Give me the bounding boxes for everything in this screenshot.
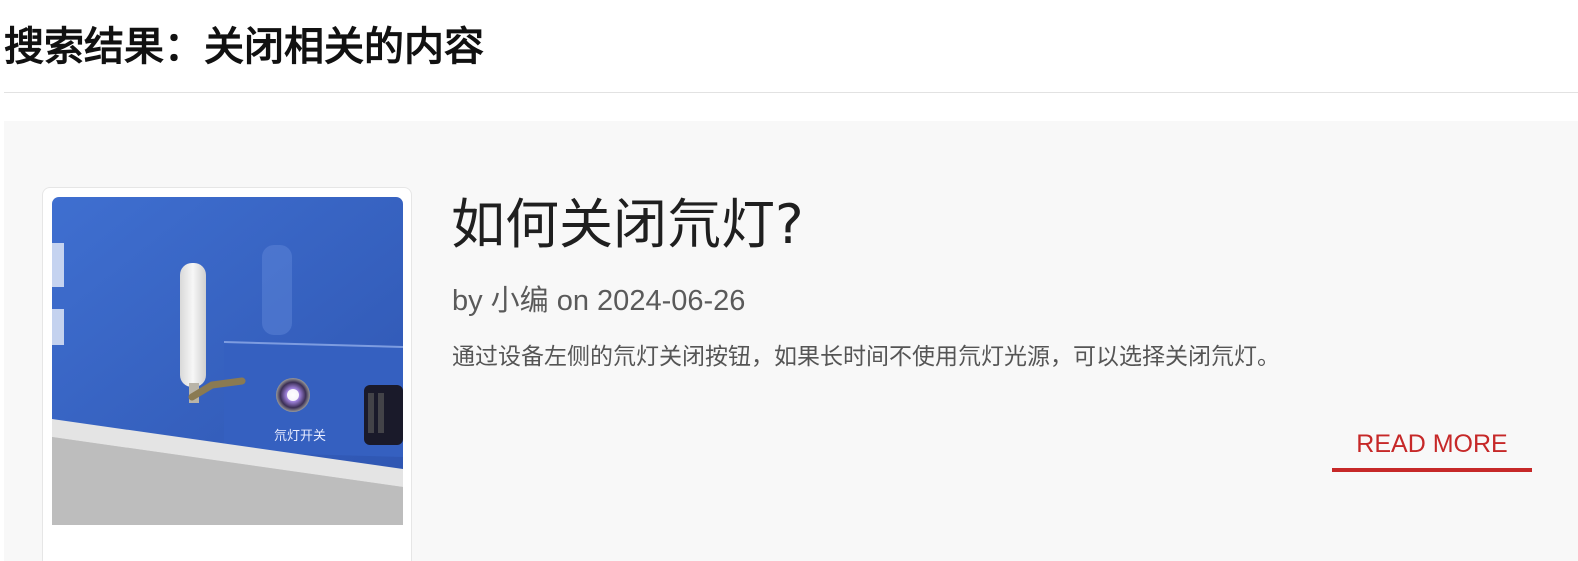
search-results-heading: 搜索结果：关闭相关的内容: [4, 24, 484, 70]
post-title[interactable]: 如何关闭氘灯?: [451, 188, 804, 262]
result-thumbnail[interactable]: 氘灯开关: [52, 197, 403, 525]
device-photo-icon: 氘灯开关: [52, 197, 403, 525]
post-meta: by 小编 on 2024-06-26: [452, 285, 746, 317]
heading-divider: [4, 92, 1578, 93]
device-label: 氘灯开关: [274, 429, 326, 444]
post-excerpt: 通过设备左侧的氘灯关闭按钮，如果长时间不使用氘灯光源，可以选择关闭氘灯。: [452, 344, 1280, 370]
search-results-page: 搜索结果：关闭相关的内容 氘灯开关 如何关闭氘灯? by 小编 on 2024-…: [0, 0, 1578, 561]
read-more-button[interactable]: READ MORE: [1332, 424, 1532, 472]
